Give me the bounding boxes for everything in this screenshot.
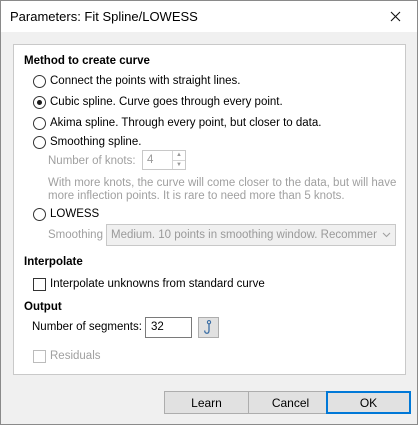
chevron-down-icon[interactable] <box>377 230 395 240</box>
radio-lowess[interactable] <box>33 207 46 221</box>
option-smoothing-spline[interactable]: Smoothing spline. <box>33 134 141 150</box>
residuals-option[interactable]: Residuals <box>33 348 101 364</box>
residuals-label: Residuals <box>50 350 101 362</box>
output-heading: Output <box>24 301 62 313</box>
chevron-down-icon[interactable]: ▼ <box>173 159 185 170</box>
smoothing-value: Medium. 10 points in smoothing window. R… <box>111 229 377 241</box>
option-label: Connect the points with straight lines. <box>50 75 241 87</box>
radio-cubic-spline[interactable] <box>33 95 46 109</box>
option-lowess[interactable]: LOWESS <box>33 206 99 222</box>
close-icon <box>390 11 400 22</box>
knots-help-line1: With more knots, the curve will come clo… <box>48 177 397 189</box>
interpolate-label: Interpolate unknowns from standard curve <box>50 278 265 290</box>
interpolate-checkbox[interactable] <box>33 277 46 291</box>
hook-button[interactable] <box>198 317 219 338</box>
chevron-up-icon[interactable]: ▲ <box>173 151 185 160</box>
knots-stepper[interactable]: 4 ▲ ▼ <box>142 150 186 170</box>
radio-straight-lines[interactable] <box>33 74 46 88</box>
option-cubic-spline[interactable]: Cubic spline. Curve goes through every p… <box>33 94 283 110</box>
option-akima-spline[interactable]: Akima spline. Through every point, but c… <box>33 115 321 131</box>
title-bar: Parameters: Fit Spline/LOWESS <box>1 1 417 32</box>
window-title: Parameters: Fit Spline/LOWESS <box>10 9 198 24</box>
radio-smoothing-spline[interactable] <box>33 135 46 149</box>
smoothing-label: Smoothing <box>48 229 103 241</box>
radio-akima-spline[interactable] <box>33 116 46 130</box>
knots-value[interactable]: 4 <box>143 151 172 169</box>
knots-help-line2: more inflection points. It is rare to ne… <box>48 190 345 202</box>
interpolate-option[interactable]: Interpolate unknowns from standard curve <box>33 276 265 292</box>
knots-help: With more knots, the curve will come clo… <box>48 177 396 203</box>
option-label: Smoothing spline. <box>50 136 142 148</box>
option-label: Akima spline. Through every point, but c… <box>50 117 322 129</box>
learn-button[interactable]: Learn <box>164 391 249 414</box>
method-heading: Method to create curve <box>24 55 150 67</box>
residuals-checkbox[interactable] <box>33 349 46 363</box>
dialog-window: Parameters: Fit Spline/LOWESS Method to … <box>0 0 418 425</box>
cancel-button[interactable]: Cancel <box>248 391 333 414</box>
segments-input[interactable]: 32 <box>145 317 192 338</box>
interpolate-heading: Interpolate <box>24 256 83 268</box>
ok-button[interactable]: OK <box>326 391 411 414</box>
option-straight-lines[interactable]: Connect the points with straight lines. <box>33 73 241 89</box>
close-button[interactable] <box>373 1 417 32</box>
stepper-arrows: ▲ ▼ <box>172 151 185 169</box>
knots-label: Number of knots: <box>48 155 136 167</box>
option-label: Cubic spline. Curve goes through every p… <box>50 96 283 108</box>
smoothing-select[interactable]: Medium. 10 points in smoothing window. R… <box>106 224 396 246</box>
segments-label: Number of segments: <box>32 321 142 333</box>
hook-icon <box>203 320 211 334</box>
option-label: LOWESS <box>50 208 100 220</box>
parameters-panel: Method to create curve Connect the point… <box>13 44 406 375</box>
